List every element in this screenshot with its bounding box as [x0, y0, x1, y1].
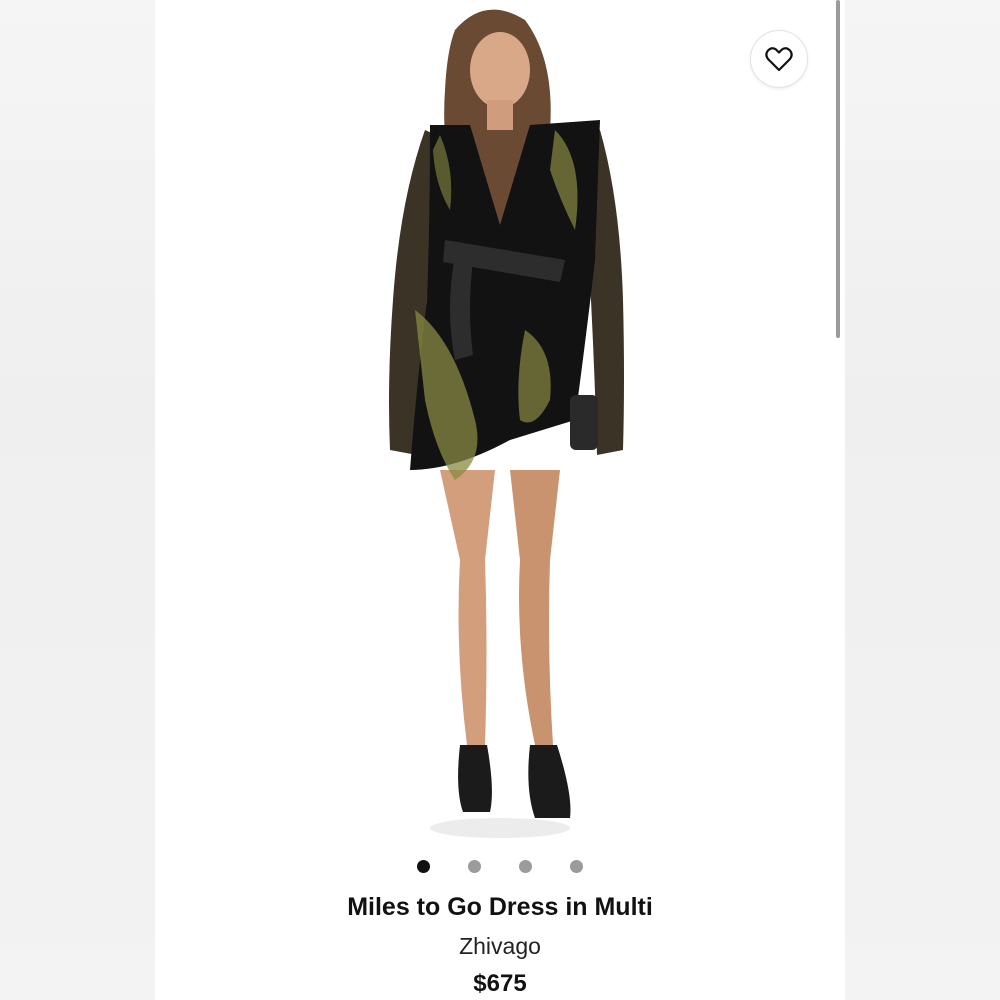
carousel-dot-4[interactable] [570, 859, 583, 873]
product-brand[interactable]: Zhivago [155, 933, 845, 960]
carousel-dots [155, 857, 845, 875]
product-image[interactable] [155, 0, 845, 840]
favorite-button[interactable] [750, 30, 808, 88]
product-card: Miles to Go Dress in Multi Zhivago $675 [155, 0, 845, 1000]
scrollbar-thumb[interactable] [836, 0, 840, 338]
heart-icon [765, 47, 793, 72]
carousel-dot-1[interactable] [417, 859, 430, 873]
product-price: $675 [473, 970, 527, 997]
left-blur-panel [0, 0, 155, 1000]
product-title: Miles to Go Dress in Multi [347, 893, 653, 921]
right-blur-panel [845, 0, 1000, 1000]
carousel-dot-2[interactable] [468, 859, 481, 873]
carousel-dot-3[interactable] [519, 859, 532, 873]
